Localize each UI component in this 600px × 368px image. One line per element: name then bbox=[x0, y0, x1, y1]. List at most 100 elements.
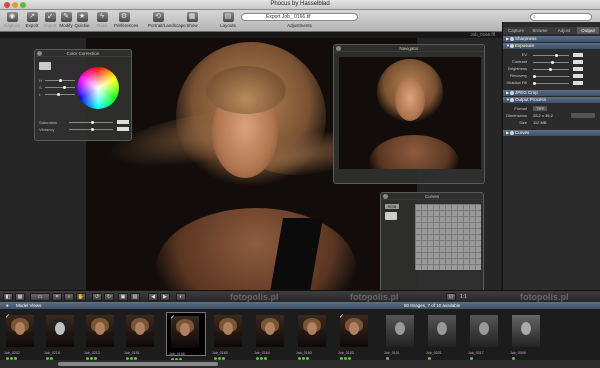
section-close-icon[interactable] bbox=[510, 37, 514, 41]
close-navigator-button[interactable] bbox=[336, 46, 341, 51]
tab-browse[interactable]: Browse bbox=[529, 27, 551, 34]
saturation-knob[interactable] bbox=[91, 121, 94, 124]
vibrancy-slider[interactable]: Vibrancy bbox=[39, 127, 131, 132]
section-close-icon[interactable] bbox=[510, 98, 514, 102]
dimensions-unit-select[interactable] bbox=[571, 113, 595, 118]
next-image-button[interactable]: ▶ bbox=[160, 293, 170, 301]
close-palette-button[interactable] bbox=[37, 51, 42, 56]
capture-button[interactable]: ◉ Capture bbox=[2, 12, 22, 31]
curves-eyedropper-button[interactable] bbox=[385, 212, 397, 220]
zoom-fit-button[interactable]: ⊡ bbox=[446, 293, 456, 301]
thumbnail[interactable]: Job_0213 bbox=[82, 312, 118, 360]
scrollbar-thumb[interactable] bbox=[58, 362, 218, 366]
color-correction-palette[interactable]: Color Correction H S L Saturation Vibran… bbox=[34, 49, 132, 141]
dimensions-row[interactable]: Dimensions 28.2 x 36.2 bbox=[503, 113, 600, 119]
export-button[interactable]: ↗ Export bbox=[22, 12, 42, 31]
thumbnail[interactable]: Job_0017 bbox=[466, 312, 502, 360]
thumbnail[interactable]: Job_0191 bbox=[122, 312, 158, 360]
search-input[interactable]: ⌕ bbox=[530, 13, 592, 21]
curves-palette[interactable]: Curves RGB bbox=[380, 192, 484, 302]
navigator-palette[interactable]: Navigator bbox=[333, 44, 485, 184]
recovery-slider[interactable]: Recovery bbox=[503, 73, 600, 79]
saturation-slider[interactable]: Saturation bbox=[39, 120, 131, 125]
brightness-knob[interactable] bbox=[549, 68, 552, 71]
thumbnail[interactable]: Job_0098 bbox=[508, 312, 544, 360]
preferences-button[interactable]: ⚙ Preferences bbox=[114, 12, 138, 31]
zoom-tool-icon[interactable]: ⌕ bbox=[64, 293, 74, 301]
thumbnail[interactable]: ✓ Job_0153 bbox=[336, 312, 372, 360]
previous-image-button[interactable]: ◀ bbox=[148, 293, 158, 301]
quickie-button[interactable]: ★ Quickie bbox=[72, 12, 92, 31]
fill-button[interactable]: ▤ bbox=[130, 293, 140, 301]
section-close-icon[interactable] bbox=[510, 91, 514, 95]
flash-button[interactable]: ϟ Flash bbox=[92, 12, 112, 31]
contrast-slider[interactable]: Contrast bbox=[503, 59, 600, 65]
curves-channel-select[interactable]: RGB bbox=[385, 204, 399, 209]
section-exposure[interactable]: ▼ Exposure bbox=[503, 43, 600, 49]
filmstrip[interactable]: ✓ Job_0202 Job_0218 Job_0213 Job_0191 ✓ Jo… bbox=[0, 309, 600, 361]
show-button[interactable]: ▦ Show bbox=[182, 12, 202, 31]
thumbnail[interactable]: Job_0218 bbox=[42, 312, 78, 360]
format-select[interactable]: TIFF bbox=[533, 106, 548, 111]
section-sharpness[interactable]: ▶ Sharpness bbox=[503, 36, 600, 42]
shadow-fill-value-box[interactable] bbox=[573, 81, 583, 85]
saturation-row-knob[interactable] bbox=[63, 86, 66, 89]
thumbnail[interactable]: ✓ Job_0202 bbox=[2, 312, 38, 360]
thumbnail[interactable]: Job_0160 bbox=[294, 312, 330, 360]
ev-slider[interactable]: EV bbox=[503, 52, 600, 58]
section-curves[interactable]: ▶ Curves bbox=[503, 130, 600, 136]
hue-knob[interactable] bbox=[59, 79, 62, 82]
thumbnail-selected[interactable]: ✓ Job_0166 bbox=[166, 312, 206, 361]
brightness-value-box[interactable] bbox=[573, 67, 583, 71]
saturation-value-box[interactable] bbox=[117, 120, 129, 124]
lightness-knob[interactable] bbox=[57, 93, 60, 96]
color-wheel[interactable] bbox=[77, 67, 119, 109]
section-close-icon[interactable] bbox=[510, 44, 514, 48]
single-view-button[interactable]: ◧ bbox=[3, 293, 13, 301]
contrast-value-box[interactable] bbox=[573, 60, 583, 64]
thumbnail[interactable]: Job_0021 bbox=[424, 312, 460, 360]
overlay-button[interactable]: ◐ bbox=[176, 293, 186, 301]
rotate-left-button[interactable]: ↺ bbox=[92, 293, 102, 301]
adjustments-field[interactable]: Export Job_ 0166.tif bbox=[241, 13, 358, 21]
fit-button[interactable]: ▣ bbox=[118, 293, 128, 301]
zoom-level[interactable]: 1:1 bbox=[460, 293, 467, 301]
layouts-button[interactable]: ▤ Layouts bbox=[218, 12, 238, 31]
vibrancy-knob[interactable] bbox=[91, 128, 94, 131]
ev-value-box[interactable] bbox=[573, 53, 583, 57]
grid-view-button[interactable]: ▦ bbox=[15, 293, 25, 301]
vibrancy-value-box[interactable] bbox=[117, 127, 129, 131]
tab-output[interactable]: Output bbox=[577, 27, 599, 34]
thumbnail[interactable]: Job_0101 bbox=[382, 312, 418, 360]
section-jpeg-crop[interactable]: ▶ JPEG Crop bbox=[503, 90, 600, 96]
tab-capture[interactable]: Capture bbox=[505, 27, 527, 34]
compare-button[interactable]: ▭ bbox=[30, 293, 50, 301]
filmstrip-scrollbar[interactable] bbox=[0, 360, 600, 368]
saturation-row[interactable]: S bbox=[39, 85, 79, 90]
curves-grid[interactable] bbox=[415, 204, 481, 270]
lightness-row[interactable]: L bbox=[39, 92, 79, 97]
recovery-knob[interactable] bbox=[533, 75, 536, 78]
shadow-fill-slider[interactable]: Shadow Fill bbox=[503, 80, 600, 86]
close-curves-button[interactable] bbox=[383, 194, 388, 199]
navigator-thumbnail[interactable] bbox=[339, 57, 481, 169]
recovery-value-box[interactable] bbox=[573, 74, 583, 78]
portrait-landscape-button[interactable]: ⟲ Portrait/Landscape bbox=[148, 12, 186, 31]
image-viewer[interactable]: Job_0166.fff Color Correction H S L Satu… bbox=[0, 32, 501, 302]
crop-tool-button[interactable]: ⌗ bbox=[52, 293, 62, 301]
hue-row[interactable]: H bbox=[39, 78, 79, 83]
thumbnail[interactable]: Job_0164 bbox=[252, 312, 288, 360]
section-close-icon[interactable] bbox=[510, 131, 514, 135]
brightness-slider[interactable]: Brightness bbox=[503, 66, 600, 72]
section-output-process[interactable]: ▼ Output Process bbox=[503, 97, 600, 103]
hand-tool-icon[interactable]: ✋ bbox=[76, 293, 86, 301]
tab-adjust[interactable]: Adjust bbox=[553, 27, 575, 34]
contrast-knob[interactable] bbox=[551, 61, 554, 64]
eyedropper-button[interactable] bbox=[39, 62, 51, 70]
shadow-fill-knob[interactable] bbox=[533, 82, 536, 85]
thumbnail[interactable]: Job_0165 bbox=[210, 312, 246, 360]
rotate-right-button[interactable]: ↻ bbox=[104, 293, 114, 301]
format-row[interactable]: Format TIFF bbox=[503, 106, 600, 112]
browser-close-icon[interactable]: ● bbox=[6, 302, 9, 309]
ev-knob[interactable] bbox=[555, 54, 558, 57]
